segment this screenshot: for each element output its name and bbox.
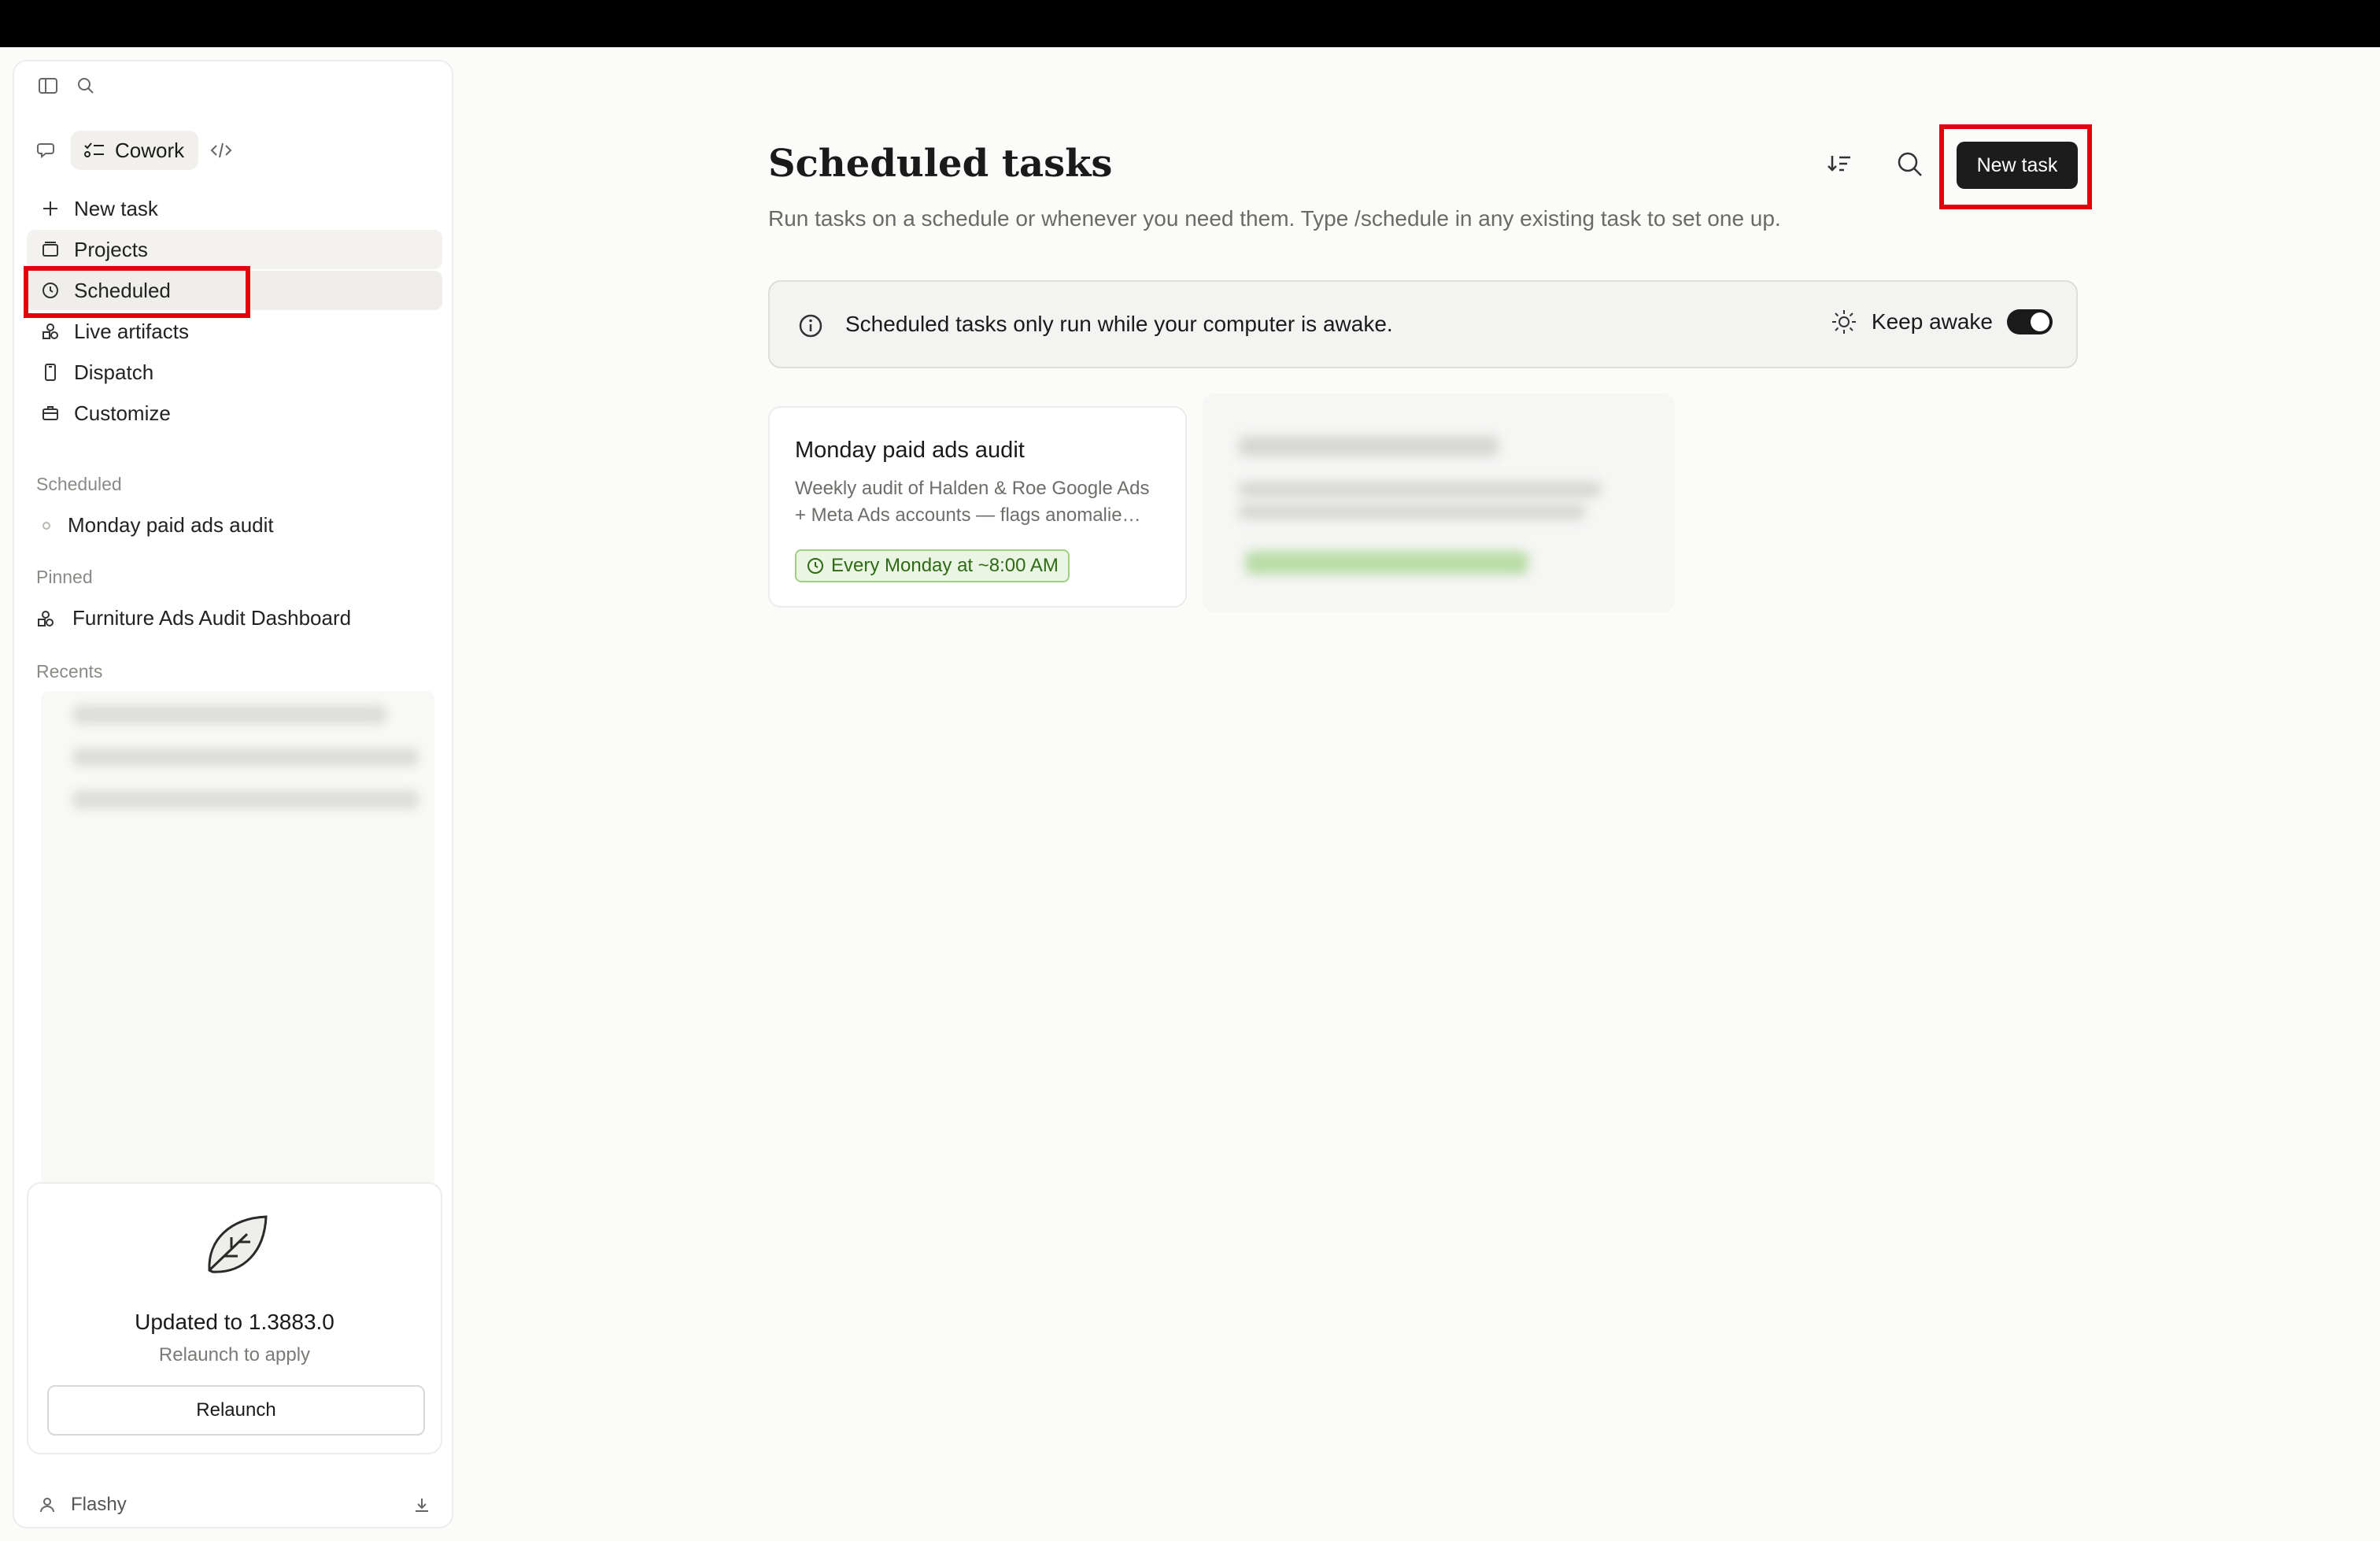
user-row[interactable]: Flashy: [38, 1494, 431, 1516]
window-top-bar: [0, 0, 2380, 47]
scheduled-list-item[interactable]: Monday paid ads audit: [36, 513, 274, 538]
update-card: Updated to 1.3883.0 Relaunch to apply Re…: [27, 1182, 442, 1454]
download-icon[interactable]: [412, 1495, 431, 1514]
sidebar-item-dispatch[interactable]: Dispatch: [27, 353, 442, 392]
sidebar-top-icons: [38, 76, 96, 96]
relaunch-button[interactable]: Relaunch: [47, 1385, 425, 1436]
page-title: Scheduled tasks: [768, 142, 1113, 186]
schedule-badge-label: Every Monday at ~8:00 AM: [831, 555, 1059, 576]
sidebar-item-customize[interactable]: Customize: [27, 394, 442, 433]
pinned-section-label: Pinned: [36, 567, 93, 587]
info-icon: [798, 313, 823, 338]
scheduled-item-label: Monday paid ads audit: [68, 513, 274, 537]
pinned-list-item[interactable]: Furniture Ads Audit Dashboard: [36, 606, 351, 630]
user-name: Flashy: [71, 1494, 127, 1515]
cowork-mode-label: Cowork: [115, 138, 185, 162]
page-subtitle: Run tasks on a schedule or whenever you …: [768, 206, 1781, 231]
recents-item-blurred: [72, 705, 387, 724]
blurred-description: [1239, 482, 1601, 497]
sidebar-item-label: Projects: [74, 237, 148, 261]
sidebar-item-label: Customize: [74, 401, 171, 425]
keep-awake-control[interactable]: Keep awake: [1831, 309, 2053, 335]
phone-icon: [41, 363, 60, 382]
notice-text: Scheduled tasks only run while your comp…: [845, 312, 1393, 336]
status-dot-icon: [42, 521, 50, 530]
shapes-icon: [41, 322, 60, 341]
schedule-badge: Every Monday at ~8:00 AM: [795, 549, 1070, 582]
task-title: Monday paid ads audit: [795, 438, 1025, 463]
briefcase-icon: [41, 404, 60, 423]
search-icon[interactable]: [1895, 150, 1925, 179]
scheduled-section-label: Scheduled: [36, 474, 122, 494]
sidebar-item-label: Dispatch: [74, 360, 154, 384]
keep-awake-label: Keep awake: [1871, 309, 1993, 334]
code-icon[interactable]: [209, 140, 233, 161]
sun-icon: [1831, 309, 1857, 335]
recents-item-blurred: [72, 748, 419, 767]
sidebar-item-projects[interactable]: Projects: [27, 230, 442, 269]
recents-item-blurred: [72, 790, 419, 809]
update-subtitle: Relaunch to apply: [158, 1344, 311, 1365]
task-card-blurred: [1203, 394, 1675, 612]
new-task-highlight-box: [1939, 124, 2092, 209]
plus-icon: [41, 199, 60, 218]
chat-icon[interactable]: [36, 139, 60, 162]
leaf-icon: [200, 1207, 272, 1280]
clock-icon: [806, 556, 825, 575]
task-description: Weekly audit of Halden & Roe Google Ads …: [795, 478, 1150, 526]
cowork-mode-button[interactable]: Cowork: [71, 131, 199, 170]
blurred-schedule-badge: [1245, 551, 1528, 575]
checklist-icon: [83, 142, 105, 159]
recents-section-label: Recents: [36, 661, 103, 682]
awake-notice-banner: Scheduled tasks only run while your comp…: [768, 280, 2078, 368]
sidebar-toggle-icon[interactable]: [38, 76, 58, 96]
update-title: Updated to 1.3883.0: [135, 1310, 334, 1334]
task-card[interactable]: Monday paid ads audit Weekly audit of Ha…: [768, 406, 1187, 608]
mode-switcher: Cowork: [36, 131, 233, 170]
pinned-item-label: Furniture Ads Audit Dashboard: [72, 606, 352, 630]
blurred-description: [1239, 504, 1585, 519]
sort-icon[interactable]: [1826, 151, 1854, 176]
search-icon[interactable]: [76, 76, 96, 96]
sidebar-item-label: New task: [74, 196, 158, 220]
recents-list-blurred: [41, 691, 434, 1203]
keep-awake-toggle[interactable]: [2007, 309, 2053, 334]
sidebar-item-label: Live artifacts: [74, 319, 189, 343]
sidebar-item-new-task[interactable]: New task: [27, 189, 442, 228]
user-icon: [38, 1495, 57, 1514]
folder-icon: [41, 240, 60, 259]
shapes-icon: [36, 609, 55, 628]
blurred-title: [1239, 436, 1499, 456]
scheduled-highlight-box: [24, 266, 250, 318]
